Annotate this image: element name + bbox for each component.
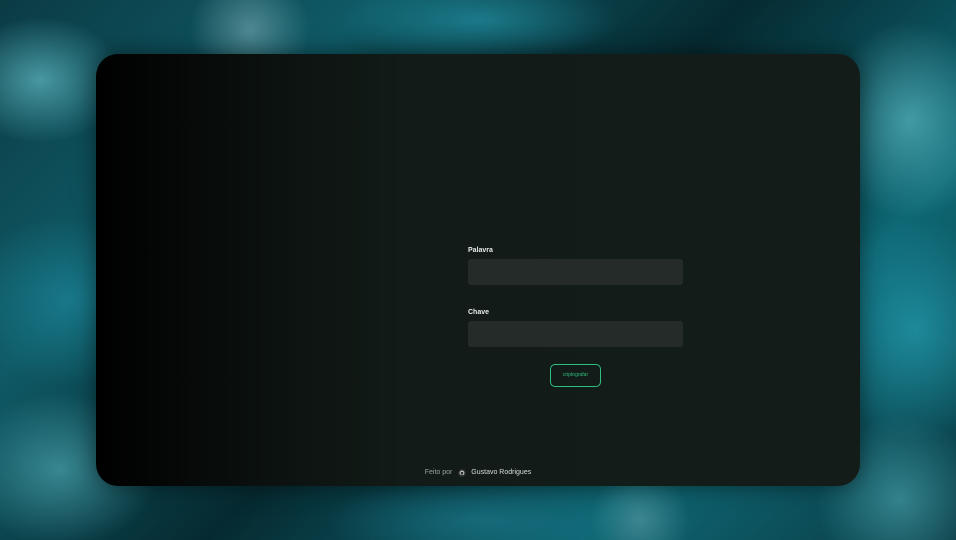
key-input[interactable] [468, 321, 683, 347]
button-row: criptografar [468, 363, 683, 387]
key-label: Chave [468, 309, 490, 316]
footer-prefix: Feito por [424, 469, 453, 476]
word-input[interactable] [468, 259, 683, 285]
encrypt-form: Palavra Chave criptografar [468, 246, 683, 387]
github-icon[interactable] [458, 469, 467, 477]
encrypt-button[interactable]: criptografar [550, 363, 601, 387]
footer: Feito por Gustavo Rodrigues [96, 468, 860, 478]
main-card: Palavra Chave criptografar Feito por Gus… [96, 54, 860, 486]
author-link[interactable]: Gustavo Rodrigues [471, 468, 531, 478]
word-label: Palavra [468, 247, 493, 254]
